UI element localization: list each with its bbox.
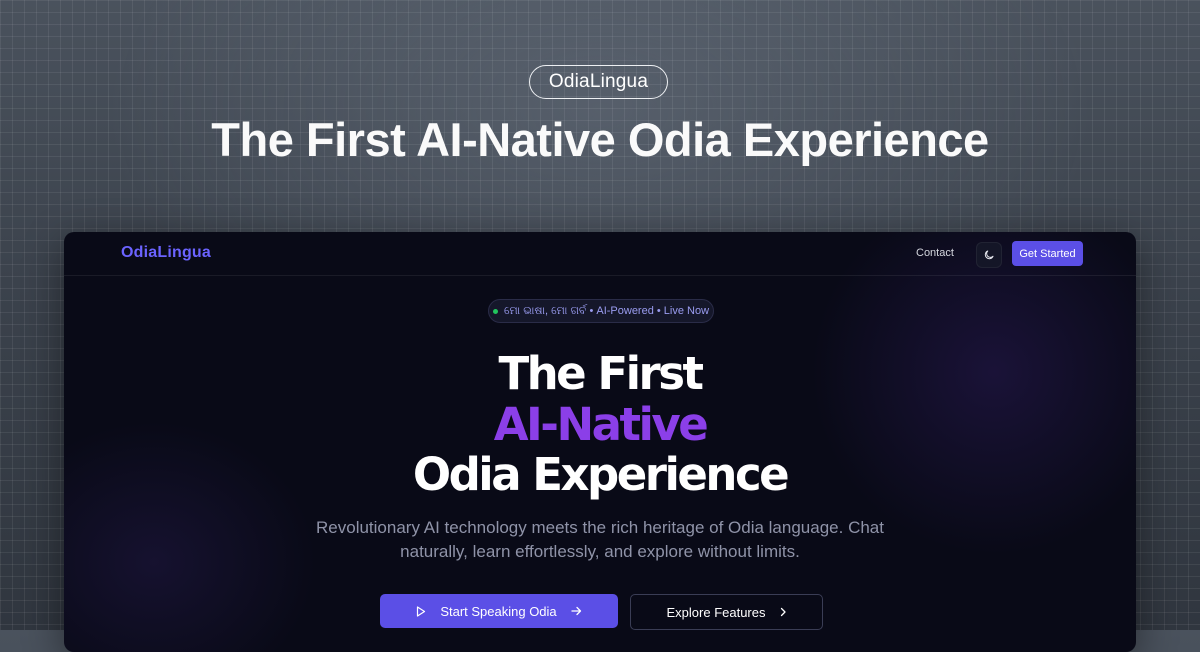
play-icon: [416, 605, 426, 617]
get-started-label: Get Started: [1019, 247, 1076, 260]
hero-title-line-1: The First: [498, 347, 704, 400]
chevron-right-icon: [780, 607, 787, 617]
brand-pill: OdiaLingua: [529, 65, 668, 99]
explore-features-label: Explore Features: [666, 604, 766, 620]
get-started-button[interactable]: Get Started: [1012, 241, 1083, 266]
brand-pill-label: OdiaLingua: [548, 71, 649, 92]
moon-icon: [983, 249, 995, 261]
start-speaking-button[interactable]: Start Speaking Odia: [380, 594, 618, 628]
og-title: The First AI-Native Odia Experience: [211, 113, 989, 166]
status-badge: ମୋ ଭାଷା, ମୋ ଗର୍ବ • AI-Powered • Live Now: [488, 299, 714, 323]
site-preview-window: OdiaLingua Contact Get Started ମୋ ଭାଷା, …: [64, 232, 1136, 652]
start-speaking-label: Start Speaking Odia: [440, 603, 557, 619]
hero-description: Revolutionary AI technology meets the ri…: [316, 518, 884, 561]
logo[interactable]: OdiaLingua: [121, 244, 211, 262]
nav-link-contact[interactable]: Contact: [916, 247, 954, 259]
explore-features-button[interactable]: Explore Features: [630, 594, 823, 630]
theme-toggle-button[interactable]: [976, 242, 1002, 268]
arrow-right-icon: [571, 606, 582, 616]
badge-text: ମୋ ଭାଷା, ମୋ ଗର୍ବ • AI-Powered • Live Now: [503, 304, 710, 317]
hero-title-line-2: AI-Native: [493, 398, 709, 451]
top-navbar: OdiaLingua Contact Get Started: [64, 232, 1136, 276]
live-dot-icon: [492, 308, 498, 314]
hero-title-line-3: Odia Experience: [412, 448, 790, 501]
